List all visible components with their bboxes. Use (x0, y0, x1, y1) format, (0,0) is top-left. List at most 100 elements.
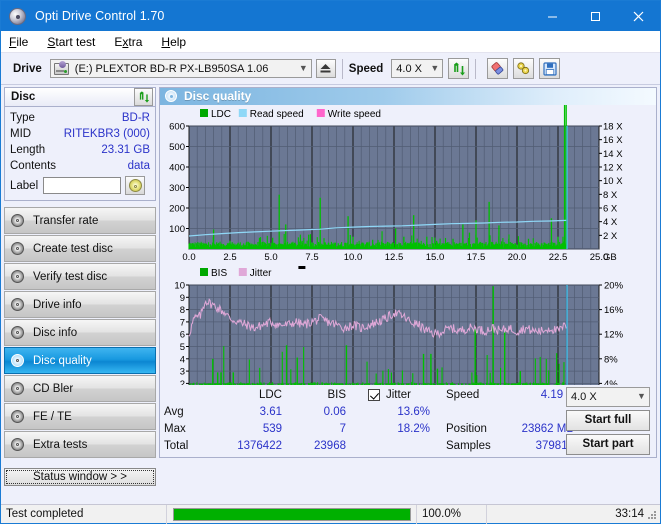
status-bar: Test completed 100.0% 33:14 (1, 504, 660, 524)
tools-button[interactable] (513, 58, 535, 79)
row-header-avg: Avg (164, 406, 184, 419)
bis-avg-value: 0.06 (323, 406, 346, 419)
menu-bar: FFileile Start test Extra Help (1, 31, 660, 53)
main-panel-title: Disc quality (184, 89, 252, 104)
error-results-table: LDC BIS Avg 3.61 0.06 Max 539 7 Total 13… (164, 387, 346, 457)
svg-text:16%: 16% (604, 305, 624, 316)
charts-container: LDC Read speed Write speed 100 200 300 400 500 6… (160, 104, 656, 385)
svg-text:2 X: 2 X (603, 230, 618, 241)
speed-result-value: 4.19 X (540, 389, 574, 402)
progress-fill (173, 508, 410, 520)
menu-help[interactable]: Help (161, 35, 186, 49)
svg-text:4 X: 4 X (603, 217, 618, 228)
chevron-down-icon: ▼ (298, 63, 308, 73)
svg-text:22.5: 22.5 (549, 252, 568, 263)
start-full-button[interactable]: Start full (566, 409, 650, 431)
menu-file[interactable]: FFileile (9, 35, 28, 49)
sidebar-item-drive-info[interactable]: Drive info (4, 291, 156, 318)
erase-button[interactable] (487, 58, 509, 79)
svg-text:500: 500 (169, 142, 185, 153)
progress-percent: 100.0% (417, 504, 487, 524)
disc-label-row: Label (10, 175, 150, 196)
close-icon[interactable] (617, 1, 660, 31)
status-message: Test completed (1, 504, 167, 524)
speed-select[interactable]: 4.0 X ▼ (391, 59, 444, 78)
sidebar-item-label: Extra tests (33, 438, 88, 451)
elapsed-time: 33:14 (615, 508, 644, 520)
disc-length-label: Length (10, 144, 46, 156)
maximize-icon[interactable] (574, 1, 617, 31)
disc-icon (11, 269, 26, 284)
sidebar-item-label: Transfer rate (33, 214, 99, 227)
sidebar-item-label: FE / TE (33, 410, 72, 423)
disc-info-box: Type BD-R MID RITEKBR3 (000) Length 23.3… (4, 107, 156, 201)
disc-refresh-button[interactable] (134, 88, 153, 106)
sidebar-item-label: Disc quality (33, 354, 92, 367)
resize-grip[interactable] (647, 510, 657, 520)
row-header-max: Max (164, 423, 186, 436)
sidebar-item-disc-info[interactable]: Disc info (4, 319, 156, 346)
sidebar-item-transfer-rate[interactable]: Transfer rate (4, 207, 156, 234)
jitter-label: Jitter (386, 389, 411, 402)
ldc-avg-value: 3.61 (259, 406, 282, 419)
drive-select-value: (E:) PLEXTOR BD-R PX-LB950SA 1.06 (74, 62, 269, 75)
ldc-max-value: 539 (262, 423, 282, 436)
svg-text:5: 5 (180, 342, 185, 353)
disc-contents-label: Contents (10, 160, 57, 172)
drive-select[interactable]: (E:) PLEXTOR BD-R PX-LB950SA 1.06 ▼ (49, 59, 312, 78)
svg-text:9: 9 (180, 292, 185, 303)
eject-button[interactable] (315, 59, 336, 78)
disc-length-value: 23.31 GB (101, 144, 150, 156)
window-controls (531, 1, 660, 31)
refresh-button[interactable] (448, 58, 470, 79)
status-window-button[interactable]: Status window > > (4, 468, 156, 486)
table-row: Max 539 7 (164, 421, 346, 438)
sidebar-item-create-test-disc[interactable]: Create test disc (4, 235, 156, 262)
sidebar-item-extra-tests[interactable]: Extra tests (4, 431, 156, 458)
table-header-row: LDC BIS (164, 387, 346, 404)
test-nav-list: Transfer rate Create test disc Verify te… (4, 207, 156, 458)
svg-text:BIS: BIS (211, 268, 227, 279)
sidebar-item-label: Create test disc (33, 242, 113, 255)
disc-label-input[interactable] (43, 177, 122, 194)
test-speed-value: 4.0 X (571, 390, 597, 403)
disc-row-mid: MID RITEKBR3 (000) (10, 126, 150, 142)
toolbar-divider-1 (341, 58, 343, 79)
svg-text:10 X: 10 X (603, 176, 623, 187)
drive-label: Drive (13, 62, 42, 75)
svg-text:600: 600 (169, 121, 185, 132)
disc-quality-charts: LDC Read speed Write speed 100 200 300 400 500 6… (169, 104, 624, 385)
main-panel-header: Disc quality (160, 88, 656, 105)
drive-icon (53, 60, 69, 75)
menu-start-test[interactable]: Start test (47, 35, 95, 49)
svg-text:15.0: 15.0 (426, 252, 445, 263)
disc-icon (11, 297, 26, 312)
sidebar-item-cd-bler[interactable]: CD Bler (4, 375, 156, 402)
svg-text:Jitter: Jitter (250, 268, 272, 279)
menu-extra[interactable]: Extra (114, 35, 142, 49)
col-header-bis: BIS (327, 389, 346, 402)
chevron-down-icon: ▼ (637, 391, 646, 402)
col-header-ldc: LDC (258, 389, 282, 402)
save-button[interactable] (539, 58, 561, 79)
disc-icon (165, 90, 177, 103)
svg-text:16 X: 16 X (603, 135, 623, 146)
start-part-button[interactable]: Start part (566, 433, 650, 455)
test-speed-select[interactable]: 4.0 X ▼ (566, 386, 650, 407)
svg-text:LDC: LDC (211, 109, 231, 120)
disc-row-contents: Contents data (10, 158, 150, 174)
svg-text:7: 7 (180, 317, 185, 328)
minimize-icon[interactable] (531, 1, 574, 31)
toolbar-divider-2 (475, 58, 477, 79)
sidebar-item-verify-test-disc[interactable]: Verify test disc (4, 263, 156, 290)
svg-text:4: 4 (180, 354, 185, 365)
sidebar-item-disc-quality[interactable]: Disc quality (4, 347, 156, 374)
speed-result-label: Speed (446, 389, 480, 402)
disc-label-button[interactable] (125, 176, 146, 195)
sidebar-item-fe-te[interactable]: FE / TE (4, 403, 156, 430)
svg-text:20.0: 20.0 (508, 252, 527, 263)
svg-text:20%: 20% (604, 280, 624, 291)
app-icon (9, 7, 26, 25)
jitter-checkbox[interactable] (368, 389, 380, 402)
disc-panel-title: Disc (11, 91, 36, 103)
